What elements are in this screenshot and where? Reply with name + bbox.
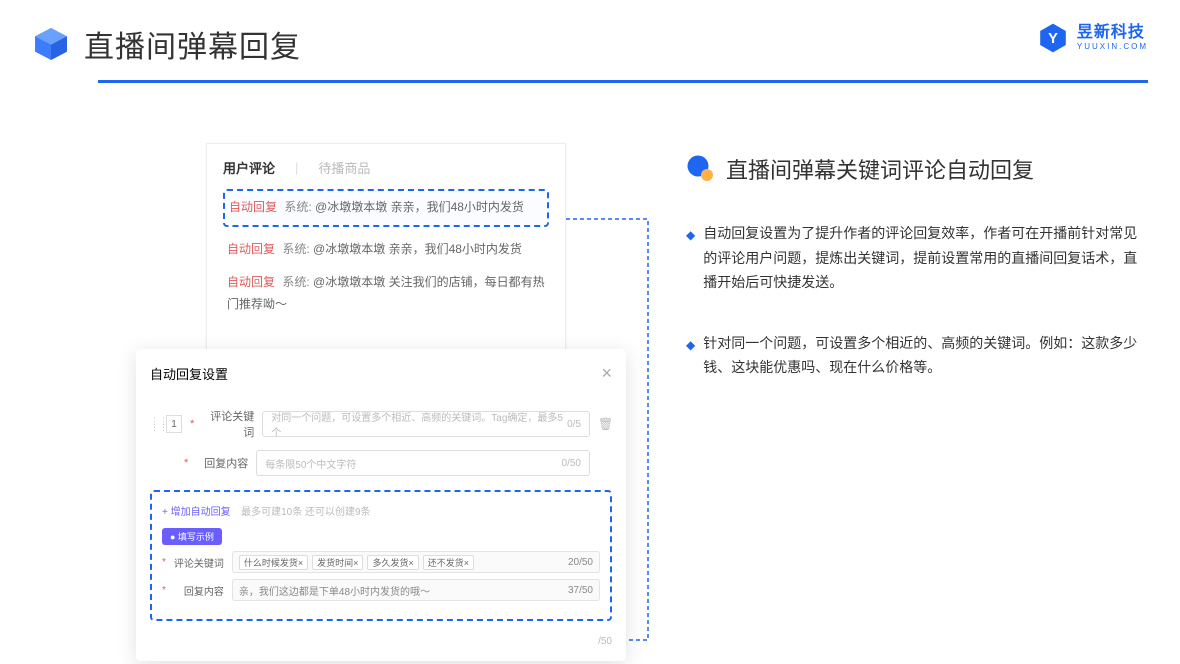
required-icon: * — [190, 418, 194, 430]
content-placeholder: 每条限50个中文字符 — [265, 456, 356, 471]
comment-item: 自动回复 系统: @冰墩墩本墩 关注我们的店铺，每日都有热门推荐呦～ — [223, 266, 549, 321]
add-auto-reply-link[interactable]: + 增加自动回复 — [162, 507, 231, 518]
ex-content-count: 37/50 — [568, 585, 593, 596]
keyword-tag[interactable]: 什么时候发货× — [239, 555, 308, 570]
example-section: + 增加自动回复 最多可建10条 还可以创建9条 ● 填写示例 * 评论关键词 … — [150, 490, 612, 621]
comments-panel: 用户评论 | 待播商品 自动回复 系统: @冰墩墩本墩 亲亲，我们48小时内发货… — [206, 143, 566, 352]
keyword-tag[interactable]: 发货时间× — [312, 555, 363, 570]
ex-keyword-count: 20/50 — [568, 557, 593, 568]
ex-content-input[interactable]: 亲，我们这边都是下单48小时内发货的哦～ 37/50 — [232, 579, 600, 601]
comment-item: 自动回复 系统: @冰墩墩本墩 亲亲，我们48小时内发货 — [223, 233, 549, 267]
bullet-text-2: 针对同一个问题，可设置多个相近的、高频的关键词。例如：这款多少钱、这块能优惠吗、… — [703, 331, 1148, 380]
content-count: 0/50 — [562, 458, 581, 469]
keyword-placeholder: 对同一个问题，可设置多个相近、高频的关键词。Tag确定，最多5个 — [271, 409, 567, 439]
tab-products[interactable]: 待播商品 — [318, 158, 370, 177]
keyword-tag[interactable]: 多久发货× — [367, 555, 418, 570]
comment-source: 系统: — [284, 200, 311, 214]
drag-handle-icon[interactable]: ⋮⋮⋮⋮ — [150, 418, 158, 431]
page-title: 直播间弹幕回复 — [84, 22, 301, 66]
comment-source: 系统: — [282, 242, 309, 256]
comment-item: 自动回复 系统: @冰墩墩本墩 亲亲，我们48小时内发货 — [223, 189, 549, 227]
svg-text:Y: Y — [1048, 31, 1058, 47]
brand-cn: 昱新科技 — [1077, 25, 1148, 41]
comment-text: @冰墩墩本墩 亲亲，我们48小时内发货 — [315, 200, 524, 214]
cube-icon — [32, 25, 70, 63]
auto-reply-settings-modal: 自动回复设置 × ⋮⋮⋮⋮ 1 * 评论关键词 对同一个问题，可设置多个相近、高… — [136, 349, 626, 661]
keyword-count: 0/5 — [567, 419, 581, 430]
brand-en: YUUXIN.COM — [1077, 43, 1148, 51]
keyword-label: 评论关键词 — [202, 408, 254, 440]
brand-logo: Y 昱新科技 YUUXIN.COM — [1037, 22, 1148, 54]
keyword-input[interactable]: 对同一个问题，可设置多个相近、高频的关键词。Tag确定，最多5个 0/5 — [262, 411, 590, 437]
tab-comments[interactable]: 用户评论 — [223, 158, 275, 177]
diamond-icon: ◆ — [686, 335, 695, 380]
close-icon[interactable]: × — [601, 363, 612, 384]
required-icon: * — [184, 457, 188, 469]
ex-content-text: 亲，我们这边都是下单48小时内发货的哦～ — [239, 583, 430, 598]
section-title: 直播间弹幕关键词评论自动回复 — [726, 153, 1034, 185]
tail-count: /50 — [598, 636, 612, 647]
keyword-tag[interactable]: 还不发货× — [423, 555, 474, 570]
auto-reply-badge: 自动回复 — [227, 242, 275, 256]
comment-source: 系统: — [282, 275, 309, 289]
required-icon: * — [162, 585, 166, 596]
sequence-number: 1 — [166, 415, 182, 433]
required-icon: * — [162, 557, 166, 568]
content-input[interactable]: 每条限50个中文字符 0/50 — [256, 450, 590, 476]
ex-keyword-label: 评论关键词 — [174, 555, 224, 570]
content-label: 回复内容 — [196, 455, 248, 471]
add-hint: 最多可建10条 还可以创建9条 — [241, 507, 370, 518]
delete-icon[interactable]: 🗑 — [598, 417, 612, 431]
auto-reply-badge: 自动回复 — [227, 275, 275, 289]
auto-reply-badge: 自动回复 — [229, 200, 277, 214]
example-pill: ● 填写示例 — [162, 528, 222, 545]
comment-text: @冰墩墩本墩 亲亲，我们48小时内发货 — [313, 242, 522, 256]
bubble-icon — [686, 154, 716, 184]
diamond-icon: ◆ — [686, 225, 695, 295]
ex-keyword-input[interactable]: 什么时候发货× 发货时间× 多久发货× 还不发货× 20/50 — [232, 551, 600, 573]
bullet-text-1: 自动回复设置为了提升作者的评论回复效率，作者可在开播前针对常见的评论用户问题，提… — [703, 221, 1148, 295]
ex-content-label: 回复内容 — [174, 583, 224, 598]
tab-separator: | — [295, 160, 298, 175]
modal-title: 自动回复设置 — [150, 364, 228, 383]
